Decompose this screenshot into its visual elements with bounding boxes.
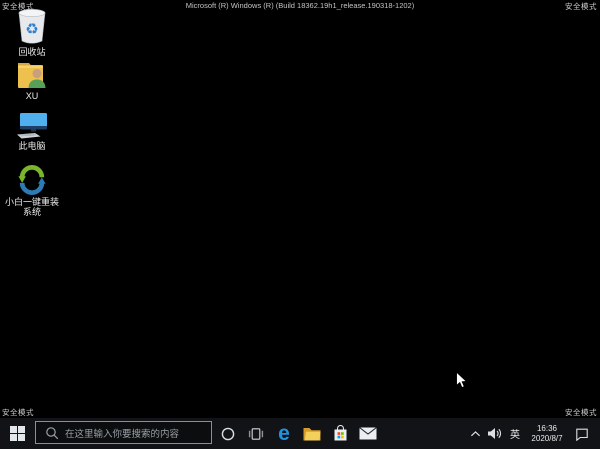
folder-icon bbox=[303, 427, 321, 440]
edge-icon: e bbox=[278, 421, 290, 445]
taskbar: 在这里输入你要搜索的内容 e 英 16:36 2020/8/7 bbox=[0, 418, 600, 449]
mail-button[interactable] bbox=[354, 418, 382, 449]
recycle-bin-icon: ♻ bbox=[18, 9, 46, 44]
speaker-icon bbox=[487, 428, 501, 439]
recycle-symbol: ♻ bbox=[25, 21, 38, 38]
cortana-button[interactable] bbox=[214, 418, 242, 449]
action-center-button[interactable] bbox=[569, 418, 595, 449]
safe-mode-label-bottom-left: 安全模式 bbox=[2, 408, 34, 417]
task-view-icon bbox=[248, 427, 264, 440]
desktop-icon-user-folder[interactable]: XU bbox=[4, 61, 60, 101]
desktop-icon-label: XU bbox=[25, 91, 39, 101]
mail-icon bbox=[359, 427, 377, 440]
volume-button[interactable] bbox=[483, 418, 505, 449]
action-center-icon bbox=[576, 428, 588, 441]
task-view-button[interactable] bbox=[242, 418, 270, 449]
desktop-icon-label: 回收站 bbox=[18, 47, 46, 57]
desktop: 安全模式 安全模式 Microsoft (R) Windows (R) (Bui… bbox=[0, 0, 600, 449]
input-method-button[interactable]: 英 bbox=[505, 418, 525, 449]
windows-build-text: Microsoft (R) Windows (R) (Build 18362.1… bbox=[185, 1, 415, 10]
search-placeholder: 在这里输入你要搜索的内容 bbox=[65, 428, 180, 440]
safe-mode-label-bottom-right: 安全模式 bbox=[565, 408, 597, 417]
clock-button[interactable]: 16:36 2020/8/7 bbox=[525, 418, 569, 449]
hidden-icons-button[interactable] bbox=[467, 418, 483, 449]
start-button[interactable] bbox=[0, 418, 35, 449]
desktop-icon-this-pc[interactable]: 此电脑 bbox=[4, 112, 60, 151]
user-folder-icon bbox=[18, 63, 46, 88]
store-button[interactable] bbox=[326, 418, 354, 449]
desktop-icon-label: 此电脑 bbox=[18, 141, 46, 151]
file-explorer-button[interactable] bbox=[298, 418, 326, 449]
store-icon bbox=[334, 425, 346, 441]
system-tray: 英 16:36 2020/8/7 bbox=[467, 418, 600, 449]
edge-button[interactable]: e bbox=[270, 418, 298, 449]
input-method-label: 英 bbox=[510, 430, 520, 441]
desktop-icon-label: 小白一键重装系统 bbox=[4, 197, 59, 217]
search-icon bbox=[46, 426, 59, 439]
cortana-icon bbox=[221, 427, 235, 440]
tray-date: 2020/8/7 bbox=[531, 433, 563, 443]
tray-time: 16:36 bbox=[536, 423, 558, 433]
chevron-up-icon bbox=[470, 430, 480, 436]
this-pc-icon bbox=[17, 113, 47, 139]
windows-logo-icon bbox=[10, 426, 25, 441]
xiaobai-reinstall-icon bbox=[18, 165, 46, 195]
desktop-icon-recycle-bin[interactable]: ♻ 回收站 bbox=[4, 7, 60, 57]
taskbar-search-box[interactable]: 在这里输入你要搜索的内容 bbox=[35, 421, 212, 444]
desktop-icon-xiaobai-reinstall[interactable]: 小白一键重装系统 bbox=[4, 165, 60, 217]
mouse-cursor bbox=[456, 371, 468, 389]
